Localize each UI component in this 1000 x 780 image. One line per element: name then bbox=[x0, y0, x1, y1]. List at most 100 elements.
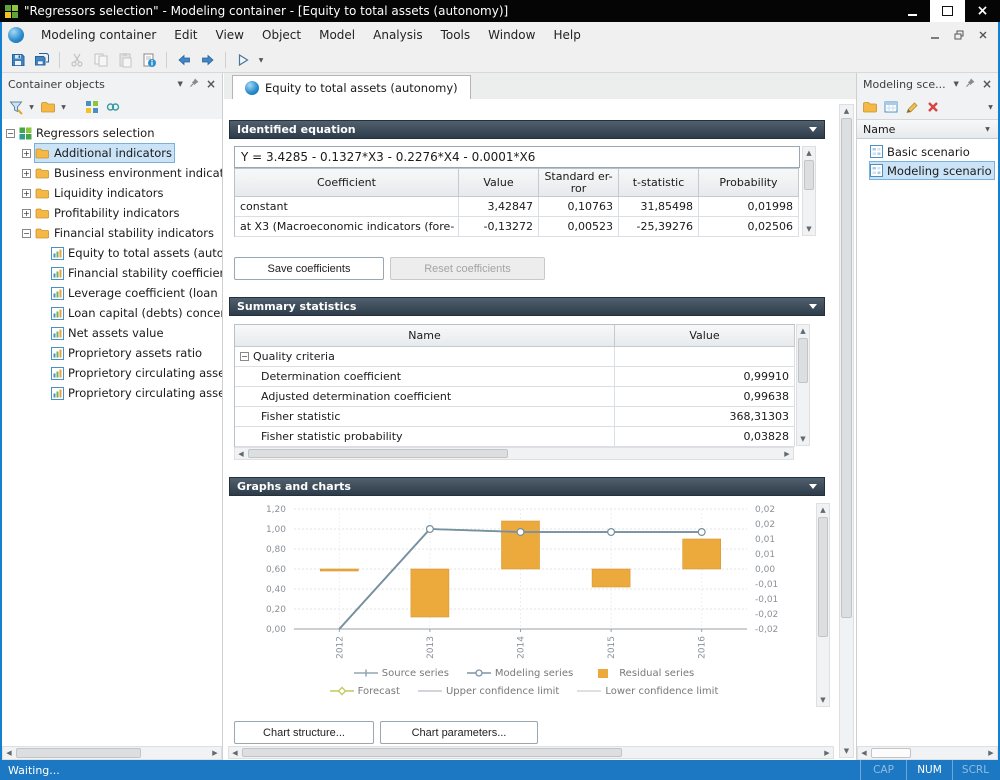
copy-icon[interactable] bbox=[90, 49, 112, 71]
column-header[interactable]: Name bbox=[235, 325, 615, 347]
scrollbar-thumb[interactable] bbox=[16, 748, 141, 758]
table-row[interactable]: constant3,428470,1076331,854980,01998 bbox=[235, 197, 799, 217]
tree-item-model[interactable]: Leverage coefficient (loan ass bbox=[2, 283, 222, 303]
table-row[interactable]: Fisher statistic368,31303 bbox=[235, 407, 795, 427]
main-vscrollbar[interactable]: ▲ ▼ bbox=[839, 104, 854, 758]
tree-item-body[interactable]: Profitability indicators bbox=[34, 204, 183, 222]
close-panel-icon[interactable]: × bbox=[206, 78, 216, 90]
scrollbar-thumb[interactable] bbox=[798, 338, 808, 383]
scrollbar-thumb[interactable] bbox=[242, 748, 622, 757]
summary-vscrollbar[interactable]: ▲ ▼ bbox=[796, 324, 810, 446]
tree-item-root[interactable]: −Regressors selection bbox=[2, 123, 222, 143]
chart-structure-button[interactable]: Chart structure... bbox=[234, 721, 374, 744]
forward-icon[interactable] bbox=[197, 49, 219, 71]
maximize-button[interactable] bbox=[930, 0, 965, 22]
filter-icon[interactable] bbox=[6, 98, 25, 117]
tree-item-body[interactable]: Business environment indicators bbox=[34, 164, 222, 182]
legend-item[interactable]: Modeling series bbox=[467, 668, 573, 679]
scrollbar-thumb[interactable] bbox=[248, 449, 508, 458]
collapse-caret-icon[interactable] bbox=[809, 304, 817, 309]
properties-icon[interactable] bbox=[138, 49, 160, 71]
pin-icon[interactable] bbox=[189, 77, 200, 91]
column-header[interactable]: Value bbox=[459, 169, 539, 197]
scrollbar-thumb[interactable] bbox=[804, 160, 814, 190]
tree-item-body[interactable]: Loan capital (debts) concentr bbox=[50, 304, 222, 322]
table-row[interactable]: Adjusted determination coefficient0,9963… bbox=[235, 387, 795, 407]
tree-item-body[interactable]: Equity to total assets (autono bbox=[50, 244, 222, 262]
close-button[interactable]: × bbox=[965, 0, 1000, 22]
tree-item-body[interactable]: Net assets value bbox=[50, 324, 167, 342]
column-header[interactable]: Probability bbox=[699, 169, 799, 197]
mdi-close-icon[interactable] bbox=[978, 30, 988, 40]
expand-box[interactable]: + bbox=[22, 209, 31, 218]
scenario-column-header[interactable]: Name ▼ bbox=[857, 119, 998, 139]
legend-item[interactable]: Lower confidence limit bbox=[577, 686, 718, 697]
collapse-box[interactable]: − bbox=[6, 129, 15, 138]
legend-item[interactable]: Upper confidence limit bbox=[418, 686, 559, 697]
menu-item[interactable]: Help bbox=[544, 22, 589, 48]
tree-item-model[interactable]: Net assets value bbox=[2, 323, 222, 343]
expand-box[interactable]: + bbox=[22, 149, 31, 158]
toolbar-overflow-icon[interactable]: ▼ bbox=[986, 104, 995, 111]
run-icon[interactable] bbox=[232, 49, 254, 71]
tree-item-model[interactable]: Loan capital (debts) concentr bbox=[2, 303, 222, 323]
tree-item-model[interactable]: Proprietory circulating assets bbox=[2, 363, 222, 383]
tree-item-folder[interactable]: +Profitability indicators bbox=[2, 203, 222, 223]
paste-icon[interactable] bbox=[114, 49, 136, 71]
tree-item-body[interactable]: Leverage coefficient (loan ass bbox=[50, 284, 222, 302]
expand-box[interactable]: + bbox=[22, 169, 31, 178]
scroll-left-arrow[interactable]: ◀ bbox=[235, 448, 247, 459]
scroll-down-arrow[interactable]: ▼ bbox=[817, 694, 829, 706]
summary-hscrollbar[interactable]: ◀ ▶ bbox=[234, 447, 794, 460]
tab-equity-to-total-assets[interactable]: Equity to total assets (autonomy) bbox=[232, 75, 471, 99]
table-row[interactable]: Determination coefficient0,99910 bbox=[235, 367, 795, 387]
column-dropdown-icon[interactable]: ▼ bbox=[983, 126, 992, 133]
scroll-right-arrow[interactable]: ▶ bbox=[821, 747, 833, 758]
save-icon[interactable] bbox=[7, 49, 29, 71]
collapse-caret-icon[interactable] bbox=[809, 127, 817, 132]
structure-icon[interactable] bbox=[82, 98, 101, 117]
menu-item[interactable]: Modeling container bbox=[32, 22, 165, 48]
scenario-item[interactable]: Basic scenario bbox=[857, 142, 998, 161]
delete-icon[interactable] bbox=[923, 98, 942, 117]
chevron-down-icon[interactable]: ▼ bbox=[954, 80, 959, 88]
section-graphs-and-charts[interactable]: Graphs and charts bbox=[229, 477, 825, 496]
tree-item-folder[interactable]: −Financial stability indicators bbox=[2, 223, 222, 243]
table-icon[interactable] bbox=[881, 98, 900, 117]
tree-item-body[interactable]: Proprietory circulating assets bbox=[50, 364, 222, 382]
scrollbar-thumb[interactable] bbox=[818, 517, 828, 637]
edit-icon[interactable] bbox=[902, 98, 921, 117]
section-summary-statistics[interactable]: Summary statistics bbox=[229, 297, 825, 316]
scroll-down-arrow[interactable]: ▼ bbox=[797, 433, 809, 445]
tree-item-model[interactable]: Financial stability coefficient bbox=[2, 263, 222, 283]
chart-parameters-button[interactable]: Chart parameters... bbox=[380, 721, 538, 744]
menu-item[interactable]: Object bbox=[253, 22, 310, 48]
chevron-down-icon[interactable]: ▼ bbox=[178, 80, 183, 88]
mdi-restore-icon[interactable] bbox=[954, 30, 964, 40]
left-panel-hscrollbar[interactable]: ◀ ▶ bbox=[2, 746, 222, 760]
scroll-up-arrow[interactable]: ▲ bbox=[803, 147, 815, 159]
scroll-up-arrow[interactable]: ▲ bbox=[797, 325, 809, 337]
menu-item[interactable]: Window bbox=[479, 22, 544, 48]
scroll-up-arrow[interactable]: ▲ bbox=[817, 504, 829, 516]
main-hscrollbar[interactable]: ◀ ▶ bbox=[228, 746, 834, 759]
right-panel-hscrollbar[interactable]: ◀ ▶ bbox=[857, 746, 998, 760]
column-header[interactable]: Standard er-ror bbox=[539, 169, 619, 197]
filter-dropdown-icon[interactable]: ▼ bbox=[27, 104, 36, 111]
back-icon[interactable] bbox=[173, 49, 195, 71]
save-all-icon[interactable] bbox=[31, 49, 53, 71]
scrollbar-thumb[interactable] bbox=[841, 118, 852, 618]
column-header[interactable]: t-statistic bbox=[619, 169, 699, 197]
tree-item-folder[interactable]: +Business environment indicators bbox=[2, 163, 222, 183]
menu-item[interactable]: Model bbox=[310, 22, 364, 48]
menu-item[interactable]: Tools bbox=[432, 22, 480, 48]
legend-item[interactable]: Forecast bbox=[330, 686, 400, 697]
scrollbar-thumb[interactable] bbox=[871, 748, 911, 758]
create-folder-icon[interactable] bbox=[860, 98, 879, 117]
equation-text[interactable]: Y = 3.4285 - 0.1327*X3 - 0.2276*X4 - 0.0… bbox=[234, 146, 800, 168]
menu-item[interactable]: Analysis bbox=[364, 22, 431, 48]
tree-item-model[interactable]: Proprietory assets ratio bbox=[2, 343, 222, 363]
collapse-box[interactable]: − bbox=[22, 229, 31, 238]
scroll-right-arrow[interactable]: ▶ bbox=[781, 448, 793, 459]
save-coefficients-button[interactable]: Save coefficients bbox=[234, 257, 384, 280]
